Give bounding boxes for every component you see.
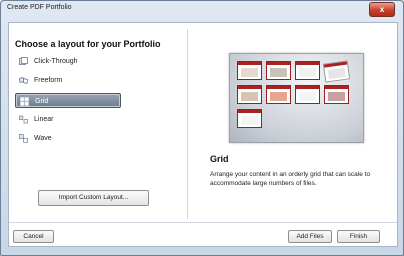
cancel-button[interactable]: Cancel — [13, 230, 54, 243]
import-custom-layout-button[interactable]: Import Custom Layout... — [38, 190, 149, 206]
panel-divider — [187, 29, 188, 219]
layout-detail-title: Grid — [210, 154, 229, 164]
layout-option-label: Linear — [34, 116, 54, 123]
linear-icon — [19, 115, 28, 124]
layout-option-freeform[interactable]: Freeform — [15, 73, 121, 88]
layout-option-label: Freeform — [34, 77, 63, 84]
grid-icon — [20, 97, 29, 106]
preview-thumbnail — [237, 61, 262, 80]
layout-preview-image — [229, 53, 364, 143]
layout-option-grid[interactable]: Grid — [15, 93, 121, 108]
layout-option-click-through[interactable]: Click-Through — [15, 54, 121, 69]
create-pdf-portfolio-dialog: Create PDF Portfolio x Choose a layout f… — [0, 0, 404, 256]
add-files-button[interactable]: Add Files — [288, 230, 332, 243]
layout-list-panel: Choose a layout for your Portfolio Click… — [9, 23, 185, 221]
click-through-icon — [19, 57, 28, 65]
wave-icon — [19, 134, 28, 143]
layout-option-label: Wave — [34, 135, 52, 142]
preview-thumbnail — [295, 61, 320, 80]
preview-thumbnail — [322, 60, 351, 83]
layout-option-label: Click-Through — [34, 58, 78, 65]
window-title: Create PDF Portfolio — [7, 4, 72, 11]
preview-thumbnail — [237, 85, 262, 104]
layout-option-wave[interactable]: Wave — [15, 131, 121, 146]
freeform-icon — [19, 77, 28, 84]
layout-option-label: Grid — [35, 98, 49, 105]
layout-heading: Choose a layout for your Portfolio — [15, 39, 161, 49]
close-button[interactable]: x — [369, 2, 395, 17]
dialog-content: Choose a layout for your Portfolio Click… — [8, 22, 398, 247]
footer-divider — [9, 222, 397, 223]
finish-button[interactable]: Finish — [337, 230, 380, 243]
preview-thumbnail — [295, 85, 320, 104]
preview-thumbnail — [324, 85, 349, 104]
preview-thumbnail — [266, 61, 291, 80]
title-bar: Create PDF Portfolio x — [1, 1, 403, 19]
preview-thumbnail — [266, 85, 291, 104]
preview-thumbnail — [237, 109, 262, 128]
layout-detail-description: Arrange your content in an orderly grid … — [210, 171, 371, 187]
layout-option-linear[interactable]: Linear — [15, 112, 121, 127]
